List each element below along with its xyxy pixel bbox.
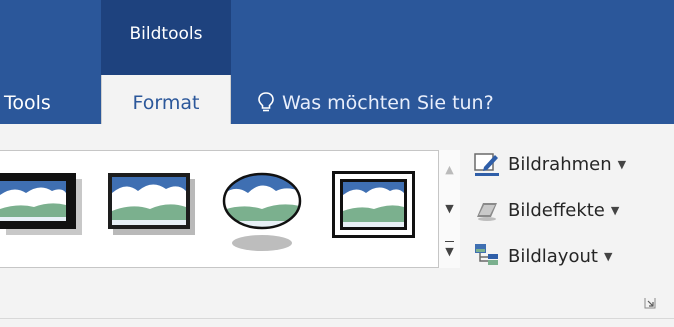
tell-me-label: Was möchten Sie tun? — [282, 92, 494, 114]
picture-style-double-frame[interactable] — [332, 171, 416, 239]
picture-style-blue-frame[interactable] — [108, 173, 196, 237]
picture-layout-icon — [475, 244, 498, 265]
gallery-scroll: ▲ ▼ ▼ — [438, 150, 460, 268]
chevron-down-icon: ▼ — [610, 203, 620, 217]
picture-effects-label: Bildeffekte — [508, 199, 605, 221]
picture-layout-label: Bildlayout — [508, 245, 598, 267]
picture-border-button[interactable]: Bildrahmen ▼ — [474, 147, 626, 181]
lightbulb-icon — [258, 92, 274, 112]
tab-format[interactable]: Format — [101, 75, 231, 125]
picture-style-thick-frame[interactable] — [0, 173, 84, 237]
ribbon-bottom-divider — [0, 318, 674, 319]
tab-tools[interactable]: Tools — [4, 92, 51, 114]
picture-styles-group-footer — [0, 275, 674, 319]
picture-styles-gallery — [0, 150, 460, 268]
picture-border-icon — [474, 153, 499, 176]
gallery-scroll-down-button[interactable]: ▼ — [439, 189, 460, 228]
picture-style-oval-reflected[interactable] — [220, 169, 304, 255]
chevron-down-icon: ▼ — [617, 157, 627, 171]
picture-border-label: Bildrahmen — [508, 153, 612, 175]
picture-layout-button[interactable]: Bildlayout ▼ — [474, 239, 612, 273]
picture-effects-icon — [477, 203, 497, 221]
dialog-launcher-icon[interactable] — [644, 297, 656, 309]
gallery-more-button[interactable]: ▼ — [439, 228, 460, 267]
chevron-down-icon: ▼ — [603, 249, 613, 263]
tab-format-label: Format — [132, 92, 200, 114]
more-chevron-icon: ▼ — [445, 245, 454, 258]
context-tab-group-label: Bildtools — [129, 24, 203, 44]
more-line-icon — [445, 241, 454, 242]
gallery-scroll-up-button[interactable]: ▲ — [439, 150, 460, 189]
tell-me-search[interactable]: Was möchten Sie tun? — [258, 92, 494, 114]
picture-effects-button[interactable]: Bildeffekte ▼ — [474, 193, 619, 227]
